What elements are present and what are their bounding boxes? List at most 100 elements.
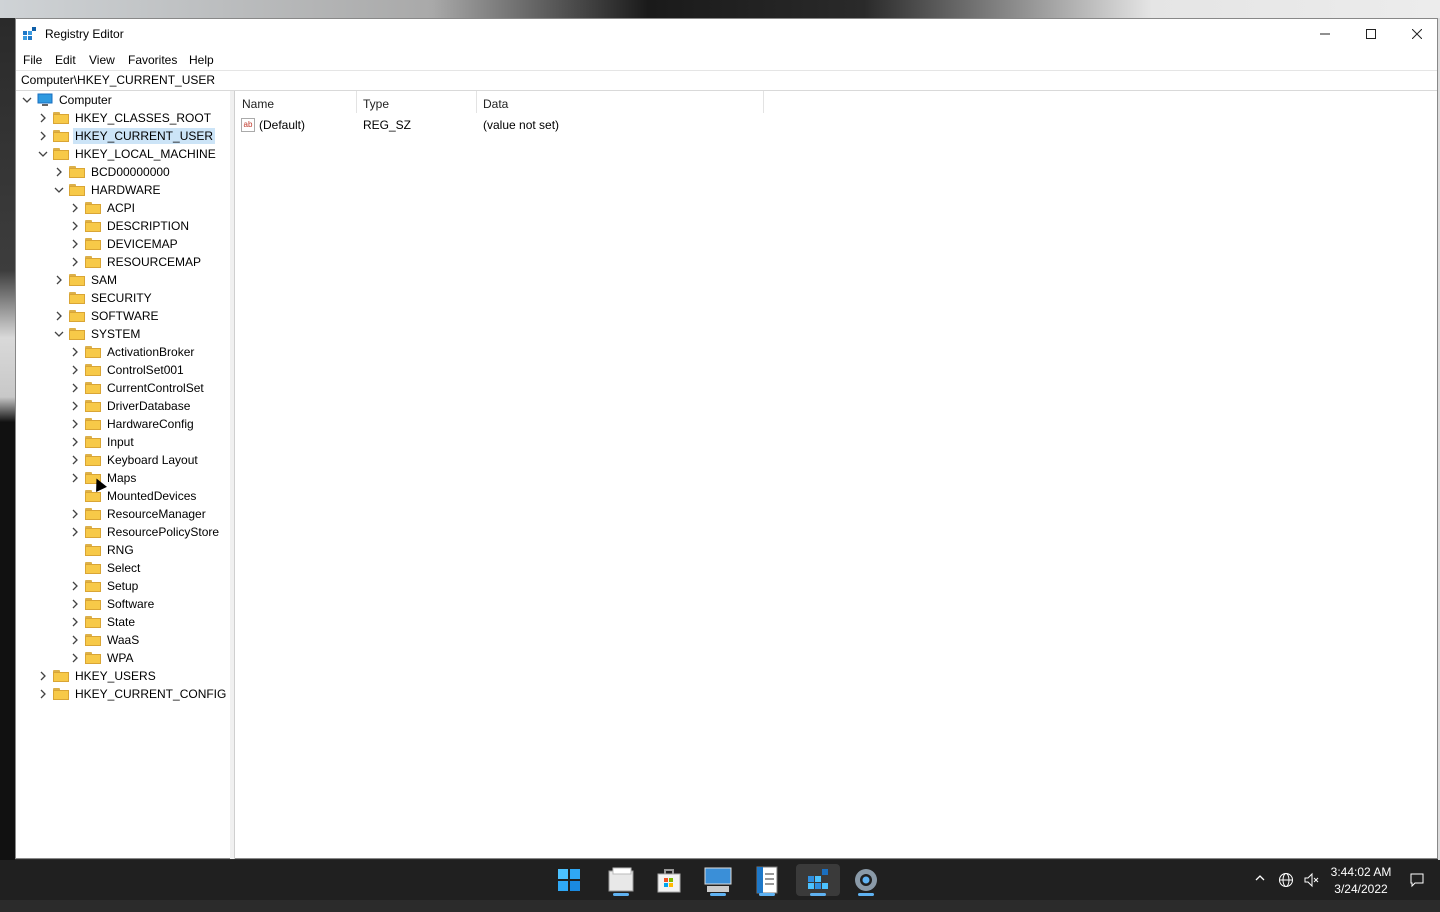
title-bar[interactable]: Registry Editor <box>16 19 1437 49</box>
menu-favorites[interactable]: Favorites <box>128 53 177 67</box>
chevron-right-icon[interactable] <box>53 307 65 325</box>
tree-node-driverdatabase[interactable]: DriverDatabase <box>69 397 192 415</box>
notepad-button[interactable] <box>751 864 783 896</box>
tree-node-hkey-classes-root[interactable]: HKEY_CLASSES_ROOT <box>37 109 213 127</box>
notification-icon <box>1410 873 1424 888</box>
menu-help[interactable]: Help <box>189 53 214 67</box>
column-header-name[interactable]: Name <box>235 91 357 113</box>
chevron-right-icon[interactable] <box>69 451 81 469</box>
network-tray-button[interactable] <box>1278 872 1294 912</box>
chevron-right-icon[interactable] <box>69 649 81 667</box>
tree-node-resourcemanager[interactable]: ResourceManager <box>69 505 208 523</box>
tree-node-hkey-local-machine[interactable]: HKEY_LOCAL_MACHINE <box>37 145 218 163</box>
maximize-button[interactable] <box>1348 19 1394 49</box>
tree-node-devicemap[interactable]: DEVICEMAP <box>69 235 180 253</box>
address-bar[interactable]: Computer\HKEY_CURRENT_USER <box>16 70 1437 91</box>
menu-edit[interactable]: Edit <box>55 53 76 67</box>
value-row[interactable]: ab (Default) REG_SZ (value not set) <box>235 115 835 135</box>
tree-node-resourcemap[interactable]: RESOURCEMAP <box>69 253 203 271</box>
tree-node-system[interactable]: SYSTEM <box>53 325 142 343</box>
chevron-right-icon[interactable] <box>69 631 81 649</box>
minimize-button[interactable] <box>1302 19 1348 49</box>
chevron-down-icon[interactable] <box>21 91 33 109</box>
tree-node-label: HKEY_CLASSES_ROOT <box>75 111 212 125</box>
tree-node-description[interactable]: DESCRIPTION <box>69 217 191 235</box>
microsoft-store-button[interactable] <box>653 864 685 896</box>
chevron-down-icon[interactable] <box>37 145 49 163</box>
menu-view[interactable]: View <box>89 53 115 67</box>
chevron-right-icon[interactable] <box>69 595 81 613</box>
tree-node-setup[interactable]: Setup <box>69 577 140 595</box>
tree-node-hkey-current-config[interactable]: HKEY_CURRENT_CONFIG <box>37 685 228 703</box>
chevron-right-icon[interactable] <box>53 271 65 289</box>
chevron-right-icon[interactable] <box>53 163 65 181</box>
tree-node-waas[interactable]: WaaS <box>69 631 141 649</box>
show-hidden-icons-button[interactable] <box>1254 872 1266 912</box>
tree-node-bcd00000000[interactable]: BCD00000000 <box>53 163 172 181</box>
chevron-right-icon[interactable] <box>69 505 81 523</box>
chevron-right-icon[interactable] <box>37 109 49 127</box>
chevron-right-icon[interactable] <box>69 379 81 397</box>
tree-node-hardware[interactable]: HARDWARE <box>53 181 163 199</box>
file-explorer-button[interactable] <box>605 864 637 896</box>
active-indicator <box>710 893 726 896</box>
tree-node-software[interactable]: Software <box>69 595 156 613</box>
chevron-right-icon[interactable] <box>69 433 81 451</box>
chevron-down-icon[interactable] <box>53 325 65 343</box>
chevron-right-icon[interactable] <box>69 523 81 541</box>
chevron-right-icon[interactable] <box>37 685 49 703</box>
registry-tree[interactable]: Computer HKEY_CLASSES_ROOT HKEY_CURRENT_US… <box>16 91 231 859</box>
registry-editor-taskbar-button[interactable] <box>796 864 840 896</box>
folder-icon <box>85 364 101 376</box>
tree-node-currentcontrolset[interactable]: CurrentControlSet <box>69 379 206 397</box>
volume-tray-button[interactable] <box>1303 872 1319 912</box>
chevron-right-icon[interactable] <box>69 253 81 271</box>
tree-node-hkey-users[interactable]: HKEY_USERS <box>37 667 158 685</box>
chevron-down-icon[interactable] <box>53 181 65 199</box>
chevron-right-icon[interactable] <box>69 235 81 253</box>
tree-node-state[interactable]: State <box>69 613 137 631</box>
chevron-right-icon[interactable] <box>69 613 81 631</box>
tree-node-keyboard-layout[interactable]: Keyboard Layout <box>69 451 200 469</box>
tree-node-sam[interactable]: SAM <box>53 271 119 289</box>
folder-icon <box>85 490 101 502</box>
chevron-right-icon[interactable] <box>69 415 81 433</box>
tree-node-activationbroker[interactable]: ActivationBroker <box>69 343 196 361</box>
chevron-right-icon[interactable] <box>69 397 81 415</box>
chevron-right-icon[interactable] <box>37 127 49 145</box>
chevron-right-icon[interactable] <box>69 469 81 487</box>
notifications-button[interactable] <box>1409 872 1425 912</box>
tree-node-computer[interactable]: Computer <box>21 91 114 109</box>
settings-button[interactable] <box>850 864 882 896</box>
folder-icon <box>53 688 69 700</box>
tree-node-hardwareconfig[interactable]: HardwareConfig <box>69 415 196 433</box>
chevron-right-icon[interactable] <box>69 577 81 595</box>
values-pane[interactable]: Name Type Data ab (Default) REG_SZ (valu… <box>235 91 1438 859</box>
column-header-type[interactable]: Type <box>356 91 477 113</box>
tree-node-select[interactable]: Select <box>69 559 142 577</box>
remote-desktop-button[interactable] <box>702 864 734 896</box>
chevron-right-icon[interactable] <box>69 217 81 235</box>
address-path[interactable]: Computer\HKEY_CURRENT_USER <box>21 73 215 87</box>
start-button[interactable] <box>553 864 585 896</box>
tree-node-hkey-current-user[interactable]: HKEY_CURRENT_USER <box>37 127 216 145</box>
string-value-icon: ab <box>241 118 255 132</box>
column-header-data[interactable]: Data <box>476 91 764 113</box>
menu-file[interactable]: File <box>23 53 42 67</box>
tree-node-controlset001[interactable]: ControlSet001 <box>69 361 186 379</box>
tree-node-rng[interactable]: RNG <box>69 541 136 559</box>
chevron-right-icon[interactable] <box>69 361 81 379</box>
chevron-right-icon[interactable] <box>37 667 49 685</box>
chevron-right-icon[interactable] <box>69 199 81 217</box>
tree-node-security[interactable]: SECURITY <box>53 289 154 307</box>
system-clock[interactable]: 3:44:02 AM 3/24/2022 <box>1326 864 1396 898</box>
chevron-right-icon[interactable] <box>69 343 81 361</box>
speaker-muted-icon <box>1304 872 1319 888</box>
tree-node-acpi[interactable]: ACPI <box>69 199 137 217</box>
tree-node-wpa[interactable]: WPA <box>69 649 135 667</box>
tree-node-resourcepolicystore[interactable]: ResourcePolicyStore <box>69 523 221 541</box>
tree-node-input[interactable]: Input <box>69 433 136 451</box>
close-button[interactable] <box>1394 19 1440 49</box>
tree-node-software[interactable]: SOFTWARE <box>53 307 161 325</box>
tree-node-mounteddevices[interactable]: MountedDevices <box>69 487 198 505</box>
